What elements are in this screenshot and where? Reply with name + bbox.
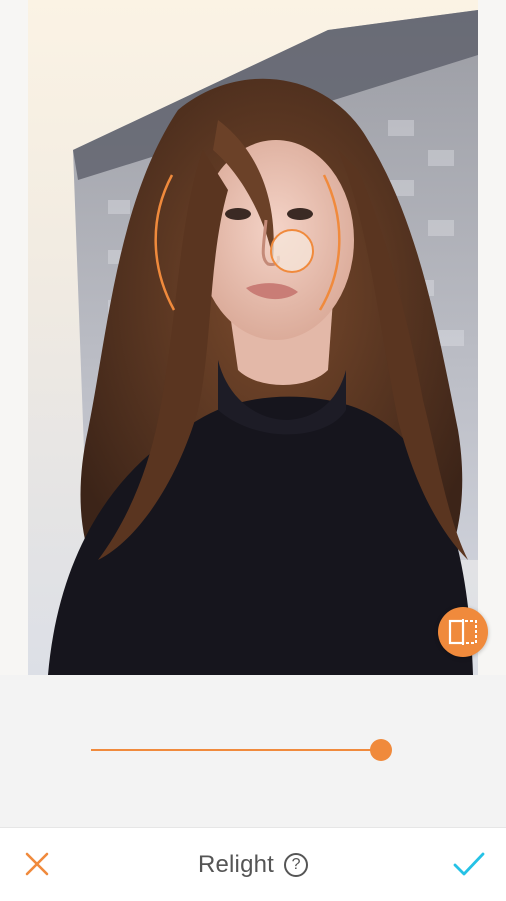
cancel-button[interactable] xyxy=(20,847,54,881)
slider-track xyxy=(91,749,372,751)
help-button[interactable]: ? xyxy=(284,852,309,877)
photo-canvas xyxy=(0,0,506,675)
close-icon xyxy=(25,852,49,876)
intensity-slider[interactable] xyxy=(91,737,413,763)
adjustment-panel xyxy=(0,675,506,827)
tool-title: Relight xyxy=(197,850,275,878)
compare-button[interactable] xyxy=(438,607,488,657)
help-circle-icon: ? xyxy=(291,855,301,873)
bottom-toolbar: Relight ? xyxy=(0,827,506,901)
title-group: Relight ? xyxy=(0,828,506,901)
portrait-photo xyxy=(28,0,478,675)
confirm-button[interactable] xyxy=(450,846,488,882)
slider-thumb[interactable] xyxy=(370,739,392,761)
checkmark-icon xyxy=(453,852,485,876)
portrait-illustration xyxy=(48,10,478,675)
compare-split-icon xyxy=(448,619,477,645)
